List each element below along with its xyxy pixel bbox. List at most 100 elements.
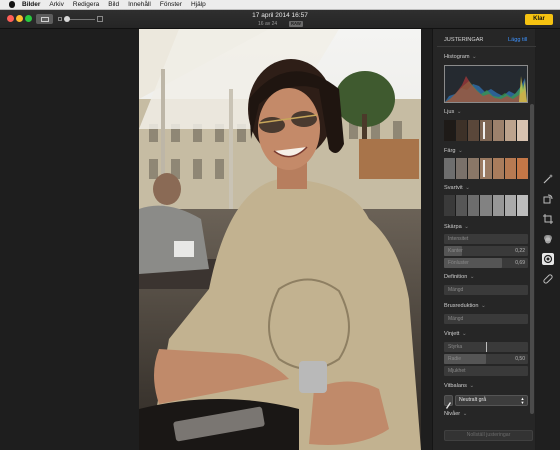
- panel-divider: [437, 46, 536, 47]
- photo-index: 16 av 24: [258, 21, 278, 27]
- edited-photo[interactable]: [139, 29, 421, 450]
- light-thumb: [492, 120, 505, 141]
- color-thumb: [480, 158, 493, 179]
- noise-amount-slider[interactable]: Mängd: [444, 314, 528, 324]
- slider-value: 0,50: [515, 356, 525, 362]
- photo-canvas: [0, 29, 430, 450]
- histogram: [444, 65, 528, 103]
- stepper-arrows-icon: ▲ ▼: [520, 396, 525, 405]
- light-thumb: [516, 120, 528, 141]
- crop-icon[interactable]: [542, 213, 554, 225]
- light-thumb: [468, 120, 481, 141]
- levels-section-header[interactable]: Nivåer ⌄: [444, 411, 467, 417]
- slider-label: Fönluster: [448, 260, 469, 266]
- slider-marker: [486, 342, 487, 352]
- adjust-icon[interactable]: [542, 253, 554, 265]
- tab-adjustments[interactable]: JUSTERINGAR: [444, 37, 483, 43]
- vignette-label: Vinjett: [444, 331, 460, 337]
- color-label: Färg: [444, 148, 456, 154]
- done-button[interactable]: Klar: [525, 14, 553, 25]
- retouch-icon[interactable]: [542, 273, 554, 285]
- bw-thumb: [456, 195, 469, 216]
- vignette-strength-slider[interactable]: Styrka: [444, 342, 528, 352]
- color-marker[interactable]: [483, 160, 486, 177]
- raw-badge: RAW: [289, 21, 303, 27]
- bw-thumb: [492, 195, 505, 216]
- slider-label: Mjukhet: [448, 368, 466, 374]
- menu-file[interactable]: Arkiv: [49, 0, 63, 10]
- white-balance-label: Vitbalans: [444, 383, 467, 389]
- menu-help[interactable]: Hjälp: [191, 0, 206, 10]
- vignette-radius-slider[interactable]: Radie 0,50: [444, 354, 528, 364]
- bw-thumb: [516, 195, 528, 216]
- slider-value: 0,22: [515, 248, 525, 254]
- add-adjustment-button[interactable]: Lägg till: [508, 37, 527, 43]
- sharpen-edges-slider[interactable]: Kanter 0,22: [444, 246, 528, 256]
- histogram-section-header[interactable]: Histogram ⌄: [444, 54, 477, 60]
- menu-edit[interactable]: Redigera: [73, 0, 99, 10]
- rotate-icon[interactable]: [542, 193, 554, 205]
- eyedropper-icon: [446, 402, 451, 409]
- menu-content[interactable]: Innehåll: [128, 0, 151, 10]
- bw-thumb: [480, 195, 493, 216]
- noise-section-header[interactable]: Brusreduktion ⌄: [444, 303, 486, 309]
- apple-menu-icon[interactable]: [7, 0, 16, 10]
- bw-thumb: [444, 195, 457, 216]
- slider-value: 0,69: [515, 260, 525, 266]
- light-thumbnail-strip[interactable]: [444, 120, 528, 141]
- slider-label: Mängd: [448, 316, 464, 322]
- chevron-down-icon: ⌄: [461, 411, 468, 417]
- chevron-down-icon: ⌄: [460, 331, 467, 337]
- window-toolbar: 17 april 2014 16:57 16 av 24 RAW Klar: [0, 10, 560, 29]
- menu-window[interactable]: Fönster: [160, 0, 182, 10]
- chevron-down-icon: ⌄: [456, 148, 463, 154]
- sharpen-label: Skärpa: [444, 224, 462, 230]
- light-label: Ljus: [444, 109, 455, 115]
- filters-icon[interactable]: [542, 233, 554, 245]
- white-balance-select[interactable]: Neutralt grå ▲ ▼: [455, 395, 528, 406]
- bw-thumb: [504, 195, 517, 216]
- color-thumb: [492, 158, 505, 179]
- light-thumb: [504, 120, 517, 141]
- bw-thumb: [468, 195, 481, 216]
- bw-section-header[interactable]: Svartvit ⌄: [444, 185, 470, 191]
- vignette-softness-slider[interactable]: Mjukhet: [444, 366, 528, 376]
- chevron-down-icon: ⌄: [479, 303, 486, 309]
- noise-label: Brusreduktion: [444, 303, 479, 309]
- sharpen-section-header[interactable]: Skärpa ⌄: [444, 224, 469, 230]
- sharpen-intensity-slider[interactable]: Intensitet: [444, 234, 528, 244]
- chevron-down-icon: ⌄: [468, 274, 475, 280]
- edit-tools-strip: [536, 29, 560, 450]
- chevron-down-icon: ⌄: [463, 185, 470, 191]
- eyedropper-button[interactable]: [444, 395, 453, 409]
- light-thumb: [444, 120, 457, 141]
- definition-amount-slider[interactable]: Mängd: [444, 285, 528, 295]
- sharpen-falloff-slider[interactable]: Fönluster 0,69: [444, 258, 528, 268]
- menu-image[interactable]: Bild: [108, 0, 119, 10]
- magic-wand-icon[interactable]: [542, 173, 554, 185]
- bw-thumbnail-strip[interactable]: [444, 195, 528, 216]
- chevron-down-icon: ⌄: [462, 224, 469, 230]
- white-balance-value: Neutralt grå: [459, 397, 487, 403]
- light-marker[interactable]: [483, 122, 486, 139]
- color-thumb: [468, 158, 481, 179]
- levels-label: Nivåer: [444, 411, 461, 417]
- light-thumb: [456, 120, 469, 141]
- panel-scrollbar[interactable]: [530, 104, 534, 414]
- color-thumbnail-strip[interactable]: [444, 158, 528, 179]
- histogram-label: Histogram: [444, 54, 470, 60]
- vignette-section-header[interactable]: Vinjett ⌄: [444, 331, 467, 337]
- slider-label: Styrka: [448, 344, 463, 350]
- reset-adjustments-button[interactable]: Nollställ justeringar: [444, 430, 533, 441]
- color-thumb: [456, 158, 469, 179]
- color-section-header[interactable]: Färg ⌄: [444, 148, 463, 154]
- white-balance-section-header[interactable]: Vitbalans ⌄: [444, 383, 474, 389]
- slider-label: Kanter: [448, 248, 463, 254]
- definition-section-header[interactable]: Definition ⌄: [444, 274, 475, 280]
- histogram-graph: [445, 76, 527, 102]
- slider-label: Mängd: [448, 287, 464, 293]
- photo-date-title: 17 april 2014 16:57: [252, 12, 308, 19]
- menu-app-photos[interactable]: Bilder: [22, 0, 40, 10]
- light-section-header[interactable]: Ljus ⌄: [444, 109, 462, 115]
- color-thumb: [516, 158, 528, 179]
